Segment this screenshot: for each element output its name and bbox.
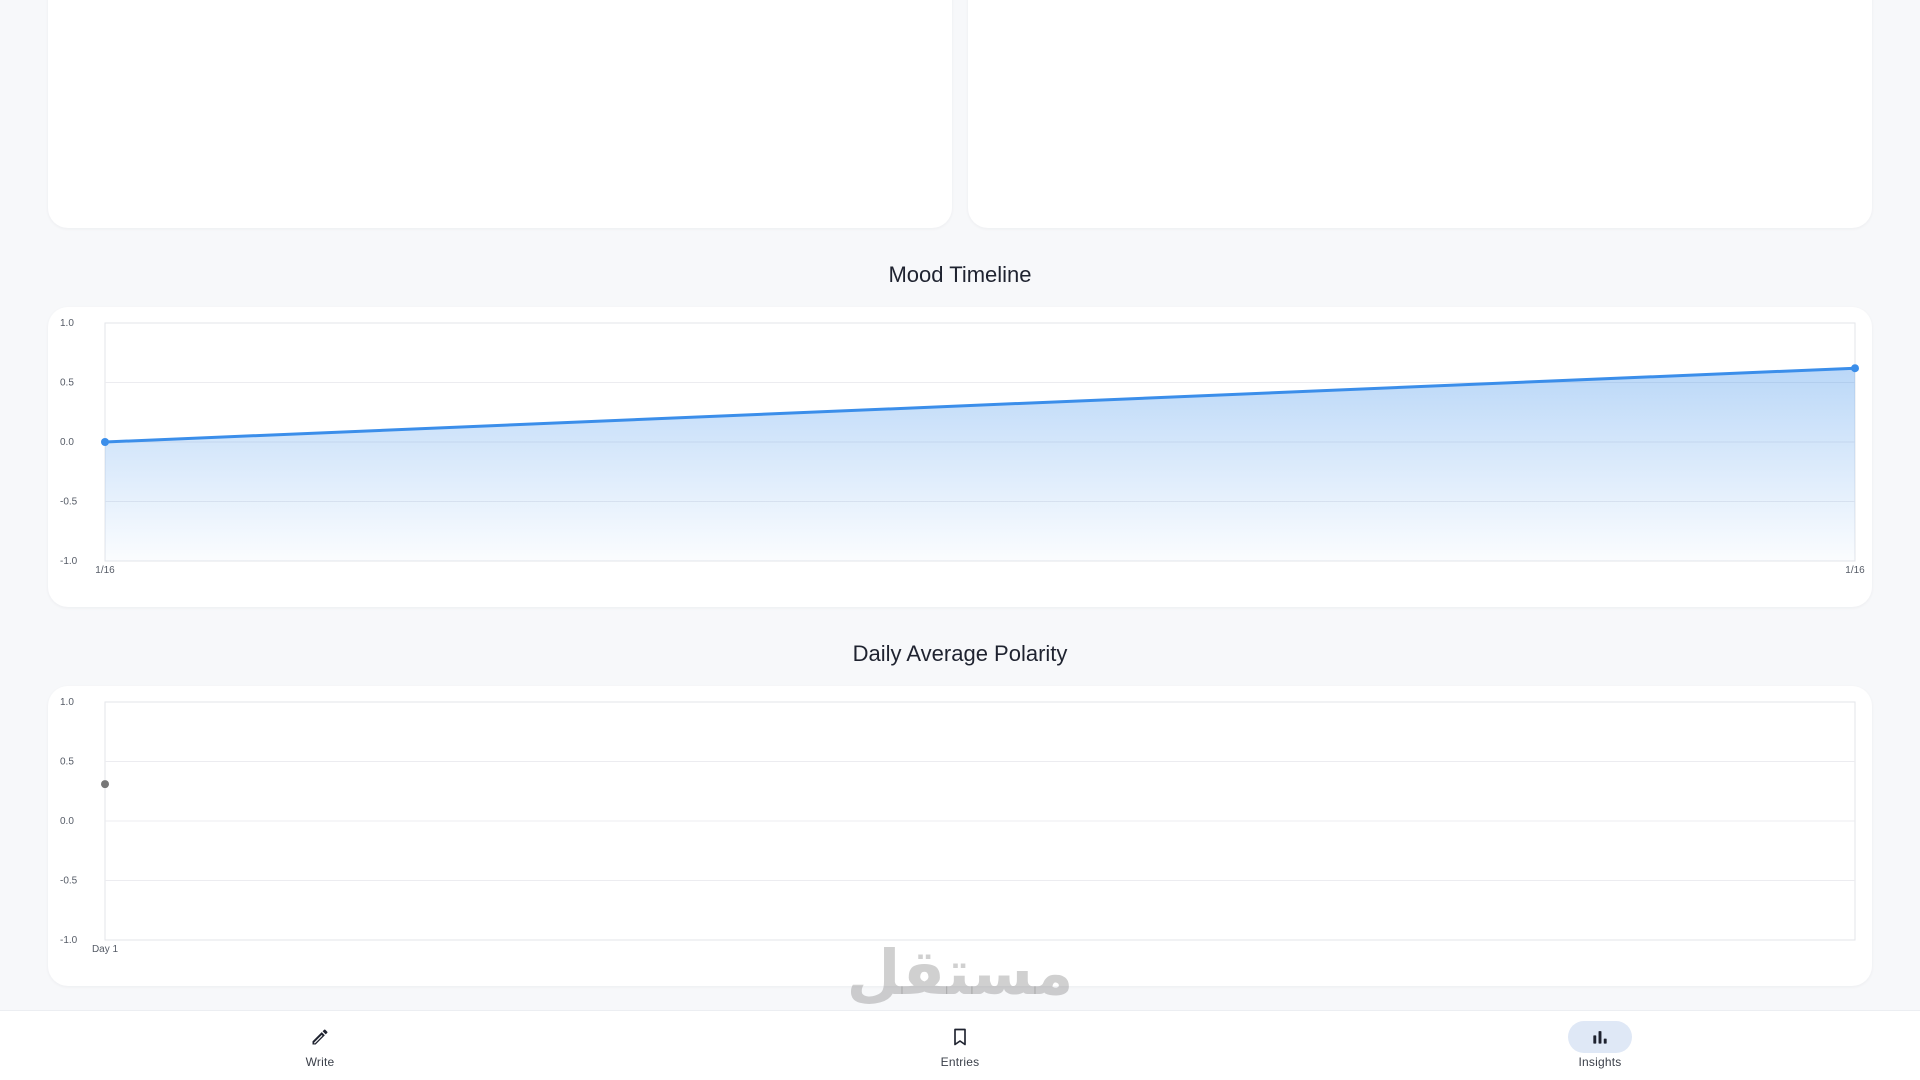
nav-write[interactable]: Write <box>240 1011 400 1080</box>
daily-polarity-card: 1.0 0.5 0.0 -0.5 -1.0 Day 1 <box>48 686 1872 986</box>
area-fill <box>105 368 1855 561</box>
data-point <box>1851 364 1859 373</box>
data-point <box>101 438 109 446</box>
bottom-navigation: Write Entries Insights <box>0 1010 1920 1080</box>
y-tick-label: 0.0 <box>60 816 74 827</box>
mood-timeline-title: Mood Timeline <box>888 262 1032 287</box>
y-tick-label: -0.5 <box>60 876 78 887</box>
data-point <box>101 780 109 789</box>
nav-entries-icon-wrap <box>928 1021 992 1053</box>
nav-insights-label: Insights <box>1578 1055 1622 1069</box>
summary-card-left <box>48 0 952 228</box>
x-tick-label: Day 1 <box>92 944 119 955</box>
y-tick-label: 0.5 <box>60 757 74 768</box>
bar-chart-icon <box>1593 1031 1607 1044</box>
y-tick-label: 0.5 <box>60 378 74 389</box>
x-tick-label: 1/16 <box>95 565 115 576</box>
y-tick-label: 1.0 <box>60 318 74 329</box>
pencil-icon <box>312 1029 328 1045</box>
nav-insights[interactable]: Insights <box>1520 1011 1680 1080</box>
y-tick-label: -1.0 <box>60 935 78 946</box>
y-tick-label: -0.5 <box>60 497 78 508</box>
nav-write-label: Write <box>305 1055 335 1069</box>
nav-entries[interactable]: Entries <box>880 1011 1040 1080</box>
nav-entries-label: Entries <box>940 1055 980 1069</box>
y-tick-label: -1.0 <box>60 556 78 567</box>
y-tick-label: 1.0 <box>60 697 74 708</box>
nav-write-icon-wrap <box>288 1021 352 1053</box>
daily-polarity-title: Daily Average Polarity <box>852 641 1068 666</box>
x-tick-label: 1/16 <box>1845 565 1865 576</box>
nav-insights-icon-wrap <box>1568 1021 1632 1053</box>
mood-timeline-card: 1.0 0.5 0.0 -0.5 -1.0 1/16 1/16 <box>48 307 1872 607</box>
bookmark-icon <box>954 1028 966 1046</box>
insights-screen: Mood Timeline 1.0 0.5 0.0 -0.5 -1.0 1/16 1/16 … <box>0 0 1920 1080</box>
y-tick-label: 0.0 <box>60 437 74 448</box>
summary-card-right <box>968 0 1872 228</box>
mood-timeline-chart: 1.0 0.5 0.0 -0.5 -1.0 1/16 1/16 <box>60 318 1865 576</box>
daily-polarity-chart: 1.0 0.5 0.0 -0.5 -1.0 Day 1 <box>60 697 1856 955</box>
